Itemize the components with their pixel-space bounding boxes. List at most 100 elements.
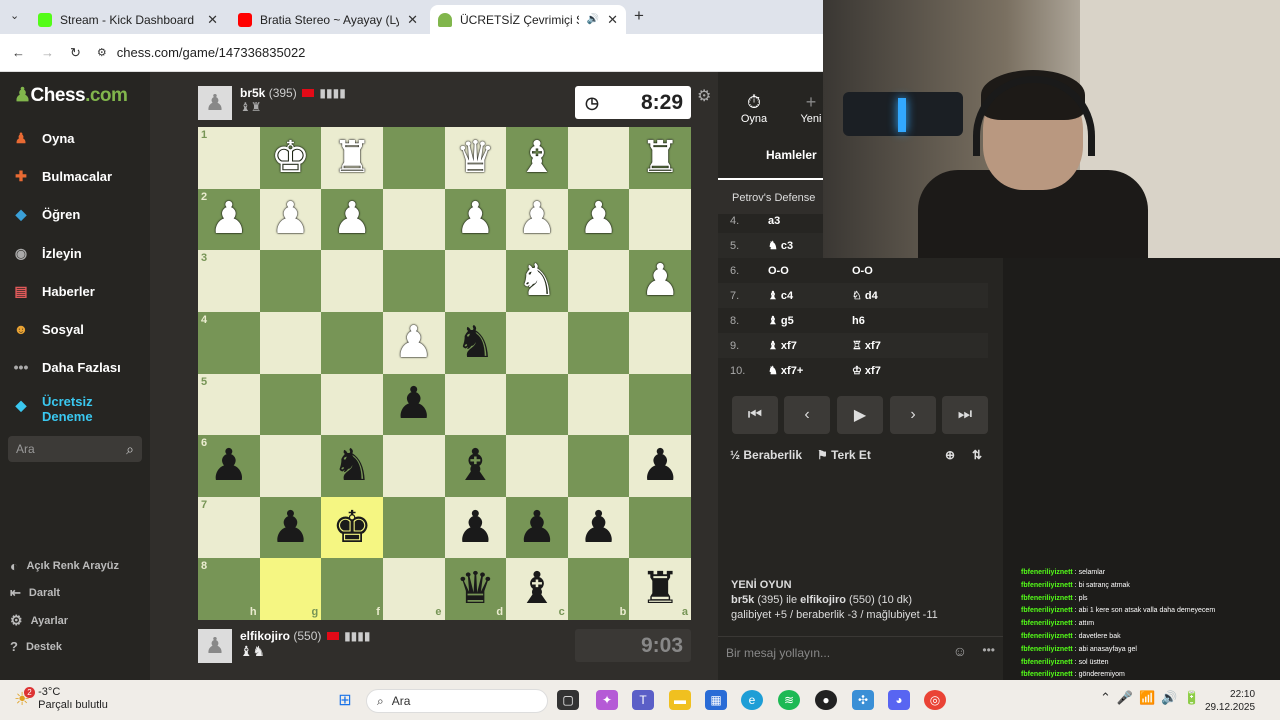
board-square[interactable] [382,188,445,251]
obs-icon[interactable]: ● [815,690,837,710]
sidebar-item-news[interactable]: ▤ Haberler [10,280,94,302]
board-square[interactable]: ♟ [629,435,691,497]
board-square[interactable] [321,250,383,312]
board-square[interactable]: 7 [198,496,260,559]
board-square[interactable]: 2 ♟ [198,188,260,251]
sidebar-item-free-trial[interactable]: ◆ Ücretsiz Deneme [10,394,112,424]
move[interactable]: O-O [852,265,936,277]
emoji-icon[interactable]: ☺ [953,643,967,659]
taskbar-search[interactable]: ⌕ Ara [366,689,548,713]
white-pawn-icon[interactable]: ♟ [332,197,371,241]
board-square[interactable] [506,435,568,497]
add-game-icon[interactable]: ⊕ [945,448,955,462]
avatar[interactable]: ♟ [198,629,232,663]
white-pawn-icon[interactable]: ♟ [517,197,556,241]
tab-kick[interactable]: Stream - Kick Dashboard ✕ [30,5,226,34]
board-square[interactable]: ♛ [444,127,507,189]
black-knight-icon[interactable]: ♞ [332,443,371,488]
more-icon[interactable]: ••• [982,643,995,657]
white-pawn-icon[interactable]: ♟ [579,197,618,241]
tab-new[interactable]: + Yeni [796,92,826,125]
white-pawn-icon[interactable]: ♟ [209,197,248,241]
board-square[interactable]: ♜ [629,127,691,189]
chat-username[interactable]: fbfeneriliyiznett [1021,646,1073,653]
board-square[interactable]: 5 [198,373,260,436]
board-square[interactable]: f [321,558,383,620]
audio-icon[interactable]: 🔊 [587,14,599,25]
chat-username[interactable]: fbfeneriliyiznett [1021,582,1073,589]
board-square[interactable]: d ♛ [444,558,507,620]
board-square[interactable]: ♞ [506,250,568,312]
resign-button[interactable]: ⚑ Terk Et [817,448,871,462]
chat-username[interactable]: fbfeneriliyiznett [1021,671,1073,678]
board-square[interactable] [321,373,383,436]
spotify-icon[interactable]: ≋ [778,690,800,710]
board-square[interactable]: 1 [198,127,260,189]
white-pawn-icon[interactable]: ♟ [640,259,679,303]
prev-move-button[interactable]: ‹ [784,396,830,434]
chrome-icon[interactable]: ◎ [924,690,946,710]
board-square[interactable]: ♟ [321,188,383,251]
board-square[interactable]: ♚ [259,127,322,189]
board-square[interactable] [567,250,630,312]
white-rook-icon[interactable]: ♜ [640,135,679,180]
forward-icon[interactable]: → [41,45,54,60]
draw-button[interactable]: ½ Beraberlik [730,448,802,462]
board-square[interactable]: ♟ [629,250,691,312]
board-square[interactable] [444,250,507,312]
white-rook-icon[interactable]: ♜ [332,135,371,180]
board-square[interactable]: ♟ [506,188,568,251]
board-square[interactable] [567,435,630,497]
close-icon[interactable]: ✕ [207,12,218,28]
sidebar-settings[interactable]: ⚙ Ayarlar [10,612,68,629]
board-square[interactable] [567,373,630,436]
chat-username[interactable]: fbfeneriliyiznett [1021,633,1073,640]
avatar[interactable]: ♟ [198,86,232,120]
sidebar-item-more[interactable]: ••• Daha Fazlası [10,356,121,378]
white-queen-icon[interactable]: ♛ [456,135,495,180]
sidebar-support[interactable]: ? Destek [10,639,62,654]
board-square[interactable] [567,311,630,374]
black-queen-icon[interactable]: ♛ [456,567,495,611]
windows-start-icon[interactable]: ⊞ [334,690,356,710]
board-square[interactable]: c ♝ [506,558,568,620]
move[interactable]: ♝ g5 [768,314,852,327]
first-move-button[interactable]: ⏮ [732,396,778,434]
site-settings-icon[interactable]: ⚙ [97,46,107,59]
board-square[interactable]: ♜ [321,127,383,189]
white-pawn-icon[interactable]: ♟ [394,320,433,365]
chat-username[interactable]: fbfeneriliyiznett [1021,569,1073,576]
chat-username[interactable]: fbfeneriliyiznett [1021,595,1073,602]
close-icon[interactable]: ✕ [407,12,418,28]
black-pawn-icon[interactable]: ♟ [640,443,679,488]
next-move-button[interactable]: › [890,396,936,434]
black-rook-icon[interactable]: ♜ [640,567,679,611]
chat-username[interactable]: fbfeneriliyiznett [1021,659,1073,666]
tab-chess[interactable]: ÜCRETSİZ Çevrimiçi Satranç 🔊 ✕ [430,5,626,34]
black-pawn-icon[interactable]: ♟ [456,505,495,550]
white-king-icon[interactable]: ♚ [271,135,310,180]
board-square[interactable]: ♝ [444,435,507,497]
gear-icon[interactable]: ⚙ [697,86,711,106]
teams-icon[interactable]: T [632,690,654,710]
board-square[interactable] [321,311,383,374]
url-field[interactable]: chess.com/game/147336835022 [117,45,306,60]
sidebar-item-puzzles[interactable]: ✚ Bulmacalar [10,165,112,187]
board-square[interactable]: ♟ [444,188,507,251]
board-square[interactable]: g [259,558,322,620]
black-pawn-icon[interactable]: ♟ [209,443,248,488]
search-icon[interactable]: ⌕ [126,441,134,458]
reload-icon[interactable]: ↻ [70,45,81,61]
copilot-icon[interactable]: ✦ [596,690,618,710]
board-square[interactable] [629,496,691,559]
black-pawn-icon[interactable]: ♟ [579,505,618,550]
message-input[interactable]: Bir mesaj yollayın... ☺ ••• [718,636,1003,666]
board-square[interactable]: ♞ [321,435,383,497]
board-square[interactable]: ♟ [259,496,322,559]
white-pawn-icon[interactable]: ♟ [456,197,495,241]
board-square[interactable]: ♟ [567,188,630,251]
board-square[interactable] [629,311,691,374]
board-square[interactable] [444,373,507,436]
close-icon[interactable]: ✕ [607,12,618,28]
back-icon[interactable]: ← [12,45,25,60]
